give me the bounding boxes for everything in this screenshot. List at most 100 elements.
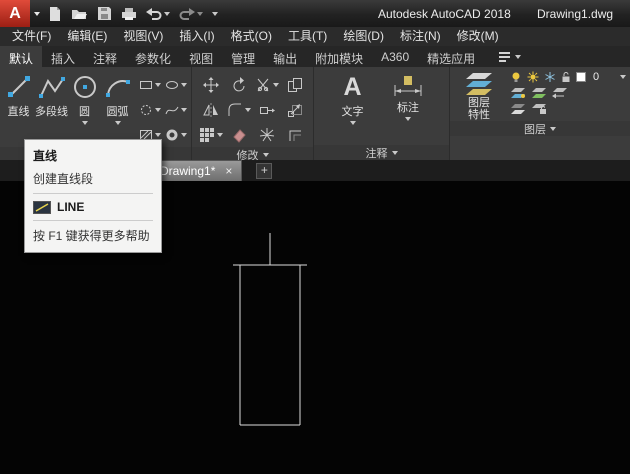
- document-title: Drawing1.dwg: [537, 7, 614, 21]
- layer-lock-icon[interactable]: [531, 103, 547, 115]
- ribbon-tab-addins[interactable]: 附加模块: [306, 46, 372, 67]
- revision-cloud-icon: [141, 104, 151, 115]
- stretch-tool-button[interactable]: [253, 97, 281, 122]
- ribbon-tab-view[interactable]: 视图: [180, 46, 222, 67]
- circle-tool-button[interactable]: 圆: [68, 70, 101, 147]
- app-menu-button[interactable]: A: [0, 0, 30, 27]
- spline-caret-icon: [181, 107, 187, 112]
- layer-isolate-icon[interactable]: [510, 103, 526, 115]
- mirror-tool-button[interactable]: [197, 97, 225, 122]
- offset-tool-button[interactable]: [281, 122, 309, 147]
- trim-tool-button[interactable]: [253, 72, 281, 97]
- redo-button[interactable]: [179, 7, 203, 20]
- panel-modify-caret-icon: [262, 152, 269, 157]
- rotate-tool-button[interactable]: [225, 72, 253, 97]
- panel-draw-body: 直线 多段线 圆 圆弧: [0, 67, 191, 147]
- layer-properties-button[interactable]: 图层 特性: [456, 69, 502, 121]
- donut-tool-button[interactable]: [163, 122, 189, 147]
- tooltip-title: 直线: [33, 149, 58, 163]
- file-tab-title: Drawing1*: [160, 164, 216, 178]
- rotate-icon: [233, 76, 244, 91]
- panel-annotate-label[interactable]: 注释: [314, 145, 449, 160]
- ribbon-tab-manage[interactable]: 管理: [222, 46, 264, 67]
- dimension-icon: [394, 76, 422, 96]
- make-current-layer-icon[interactable]: [510, 87, 526, 99]
- menu-dimension[interactable]: 标注(N): [392, 27, 449, 46]
- fillet-caret-icon: [244, 107, 251, 112]
- ribbon-tab-featured-apps[interactable]: 精选应用: [418, 46, 484, 67]
- donut-caret-icon: [181, 132, 187, 137]
- trim-icon: [257, 78, 268, 91]
- undo-button[interactable]: [146, 7, 170, 20]
- revcloud-tool-button[interactable]: [137, 97, 163, 122]
- copy-tool-button[interactable]: [281, 72, 309, 97]
- polyline-tool-button[interactable]: 多段线: [35, 70, 68, 147]
- app-menu-caret-icon[interactable]: [34, 11, 40, 16]
- ribbon-tab-annotate[interactable]: 注释: [84, 46, 126, 67]
- panel-layers-label[interactable]: 图层: [450, 121, 630, 136]
- text-tool-button[interactable]: A 文字: [335, 70, 370, 145]
- quick-access-toolbar: [48, 6, 218, 22]
- tooltip-help: 按 F1 键获得更多帮助: [33, 229, 150, 243]
- previous-layer-icon[interactable]: [552, 87, 568, 99]
- current-layer-name: 0: [593, 71, 600, 83]
- menu-file[interactable]: 文件(F): [4, 27, 59, 46]
- dimension-tool-button[interactable]: 标注: [388, 70, 428, 145]
- circle-icon: [73, 76, 96, 98]
- new-file-button[interactable]: [48, 6, 62, 22]
- menu-tools[interactable]: 工具(T): [280, 27, 335, 46]
- dimension-caret-icon[interactable]: [405, 117, 411, 121]
- text-caret-icon[interactable]: [349, 121, 356, 125]
- redo-caret-icon[interactable]: [197, 11, 203, 16]
- move-tool-button[interactable]: [197, 72, 225, 97]
- layer-combo-caret-icon[interactable]: [620, 75, 626, 79]
- ribbon-tab-parametric[interactable]: 参数化: [126, 46, 180, 67]
- qat-customize-caret-icon[interactable]: [212, 11, 218, 16]
- arc-dropdown-caret-icon[interactable]: [114, 121, 121, 125]
- layer-properties-label-2: 特性: [468, 109, 490, 121]
- panel-layers: 图层 特性 0 图层: [450, 67, 630, 160]
- explode-tool-button[interactable]: [253, 122, 281, 147]
- rectangle-caret-icon: [155, 82, 161, 87]
- title-bar: A Autodesk AutoCAD 2018 Drawing1.dwg: [0, 0, 630, 27]
- spline-tool-button[interactable]: [163, 97, 189, 122]
- plot-button[interactable]: [121, 7, 137, 21]
- match-layer-icon[interactable]: [531, 87, 547, 99]
- ribbon-tab-a360[interactable]: A360: [372, 46, 418, 67]
- fillet-tool-button[interactable]: [225, 97, 253, 122]
- open-folder-icon: [72, 9, 87, 19]
- text-icon: A: [343, 73, 362, 101]
- menu-insert[interactable]: 插入(I): [171, 27, 222, 46]
- ribbon-tab-home[interactable]: 默认: [0, 46, 43, 67]
- array-tool-button[interactable]: [197, 122, 225, 147]
- menu-view[interactable]: 视图(V): [115, 27, 171, 46]
- menu-format[interactable]: 格式(O): [223, 27, 280, 46]
- line-tool-button[interactable]: 直线: [2, 70, 35, 147]
- erase-tool-button[interactable]: [225, 122, 253, 147]
- open-file-button[interactable]: [71, 7, 88, 21]
- scale-tool-button[interactable]: [281, 97, 309, 122]
- ribbon-tab-insert[interactable]: 插入: [42, 46, 84, 67]
- modify-tools-grid: [197, 70, 309, 147]
- ellipse-tool-button[interactable]: [163, 72, 189, 97]
- ribbon-tab-output[interactable]: 输出: [264, 46, 306, 67]
- new-drawing-tab-button[interactable]: +: [256, 163, 273, 179]
- menu-edit[interactable]: 编辑(E): [59, 27, 115, 46]
- layer-properties-label-1: 图层: [468, 97, 490, 109]
- menu-draw[interactable]: 绘图(D): [335, 27, 392, 46]
- layer-combo[interactable]: 0: [510, 71, 626, 83]
- rectangle-tool-button[interactable]: [137, 72, 163, 97]
- menu-modify[interactable]: 修改(M): [449, 27, 507, 46]
- file-tab-close-icon[interactable]: ×: [225, 165, 232, 177]
- file-tab-drawing1[interactable]: Drawing1* ×: [150, 160, 243, 181]
- arc-tool-button[interactable]: 圆弧: [101, 70, 134, 147]
- circle-dropdown-caret-icon[interactable]: [81, 121, 88, 125]
- undo-caret-icon[interactable]: [164, 11, 170, 16]
- ribbon-display-toggle[interactable]: [498, 46, 522, 67]
- new-file-icon: [50, 6, 60, 21]
- save-button[interactable]: [97, 6, 112, 21]
- revcloud-caret-icon: [155, 107, 161, 112]
- arc-icon: [105, 80, 130, 97]
- mirror-icon: [202, 102, 218, 117]
- layer-on-bulb-icon: [512, 72, 520, 82]
